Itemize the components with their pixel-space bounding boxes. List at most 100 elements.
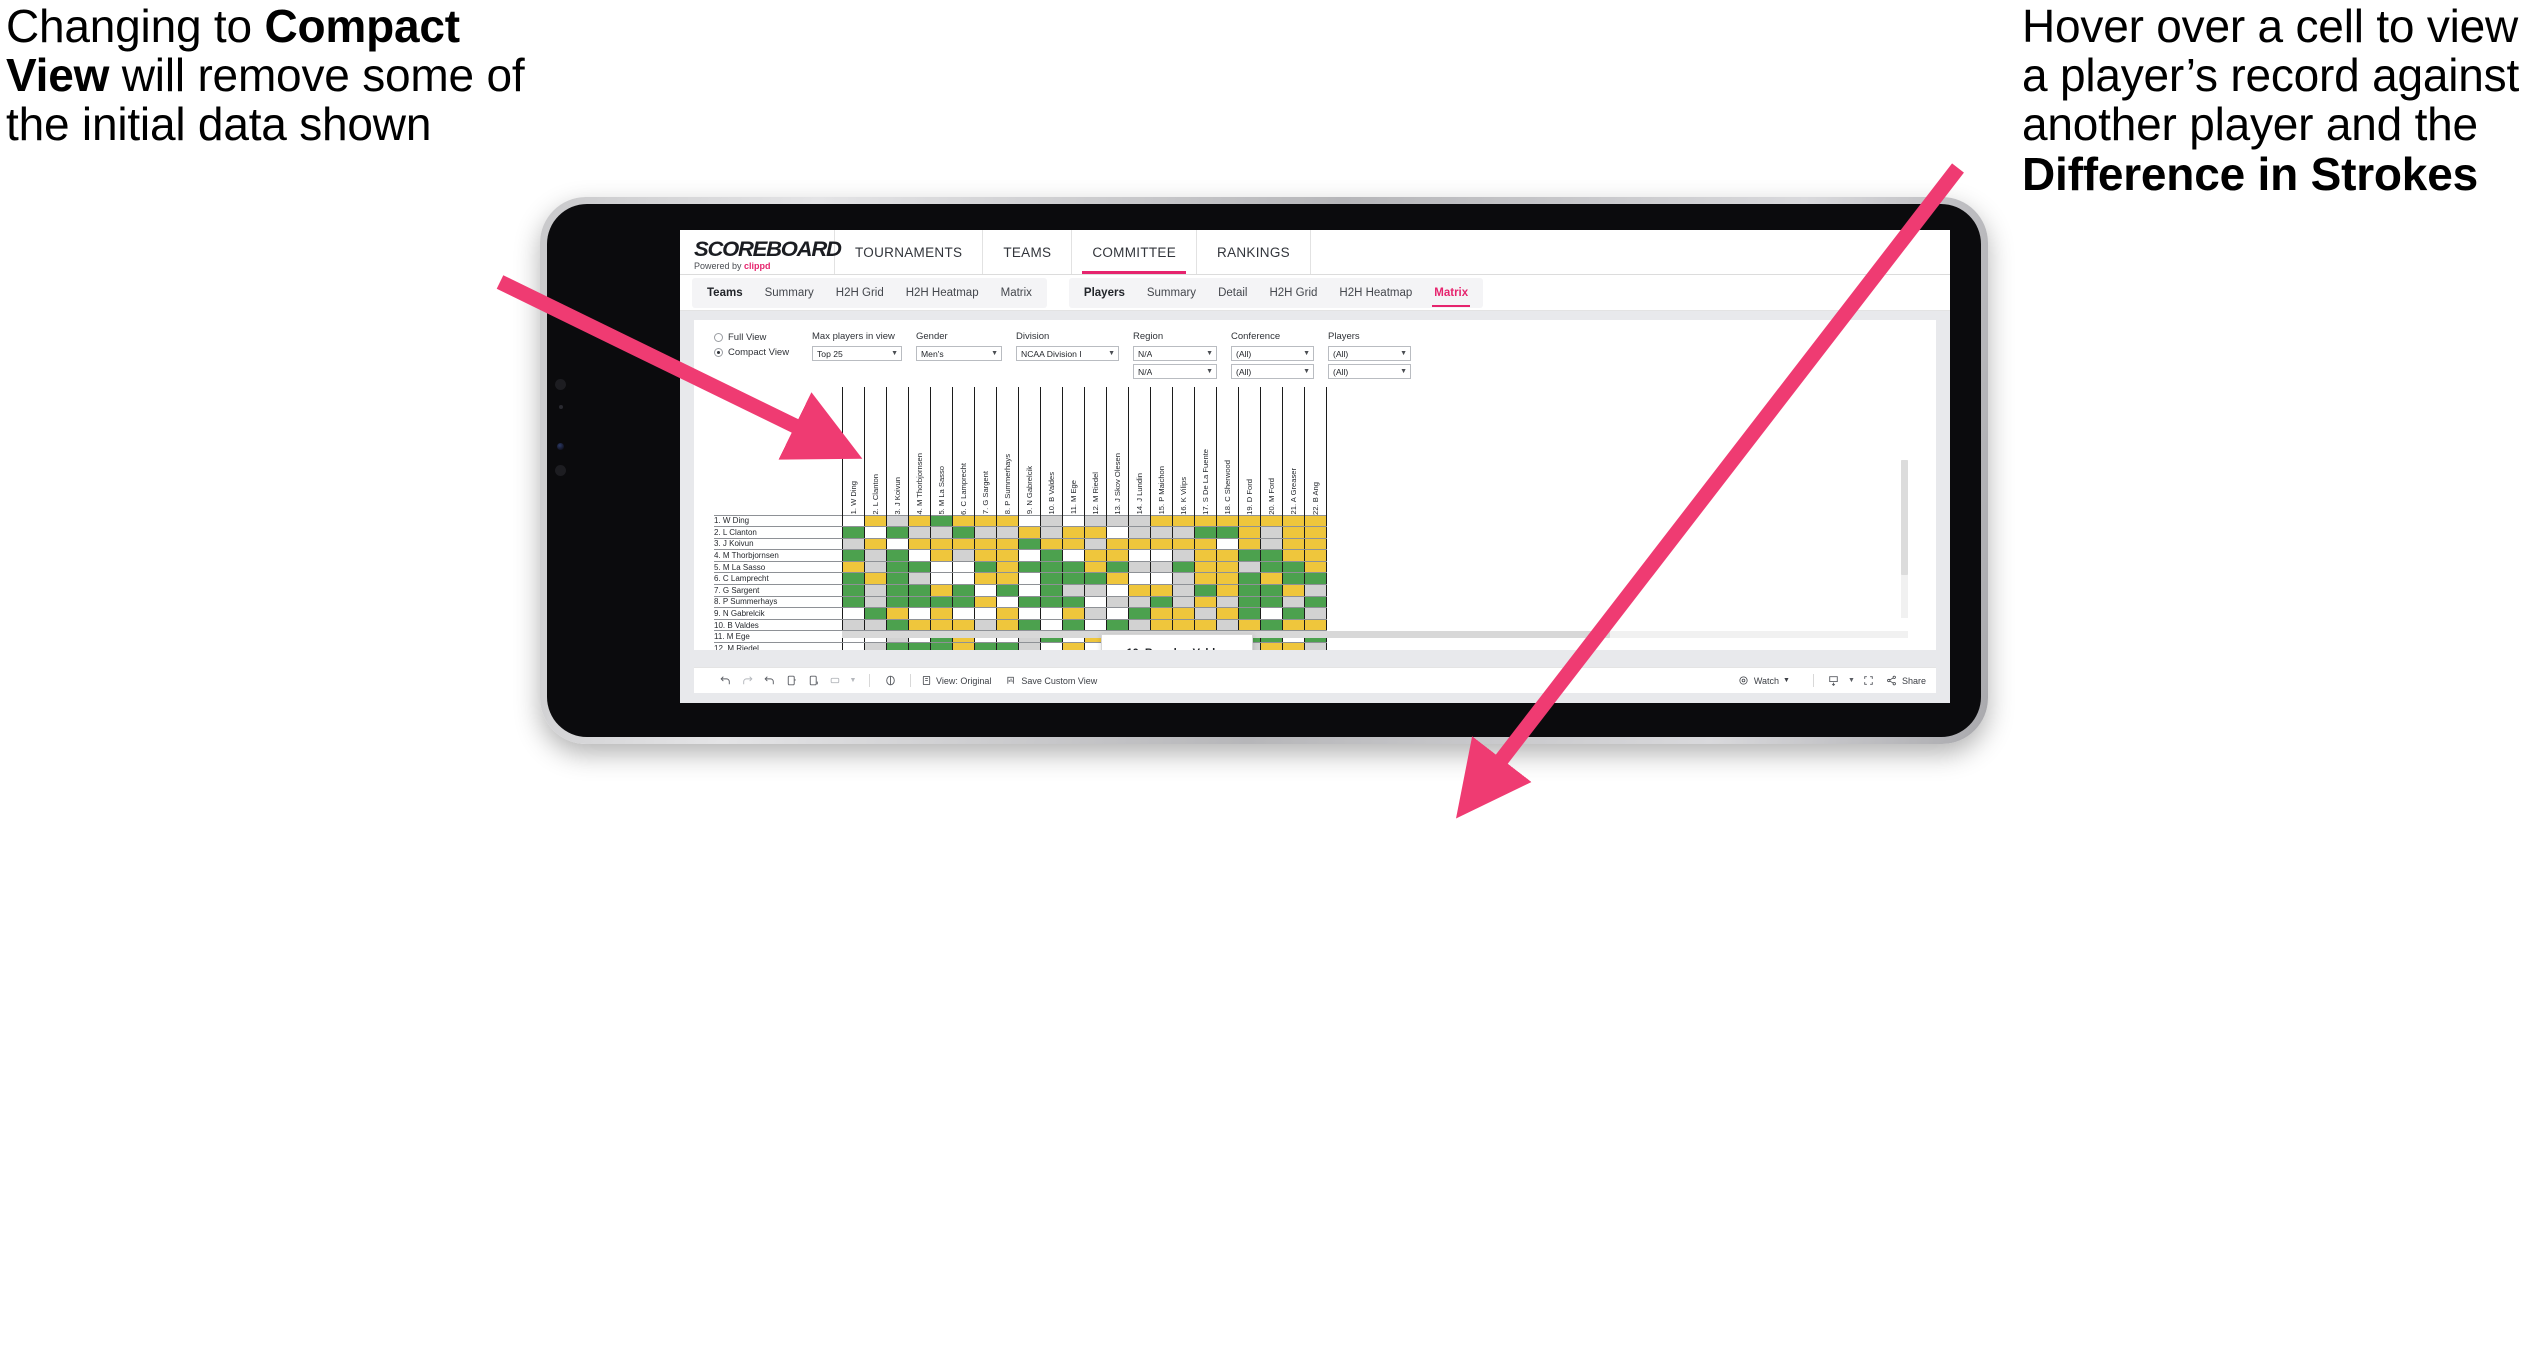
matrix-cell[interactable] — [1017, 514, 1041, 528]
matrix-cell[interactable] — [1105, 618, 1129, 632]
matrix-cell[interactable] — [841, 607, 865, 620]
matrix-cell[interactable] — [885, 526, 909, 539]
matrix-cell[interactable] — [841, 560, 865, 574]
filter-max-players-select[interactable]: Top 25 ▼ — [812, 346, 902, 361]
matrix-cell[interactable] — [1281, 526, 1305, 539]
revert-icon[interactable] — [758, 671, 780, 691]
matrix-cell[interactable] — [1105, 607, 1129, 620]
matrix-cell[interactable] — [973, 584, 997, 597]
matrix-cell[interactable] — [1127, 560, 1151, 574]
matrix-cell[interactable] — [907, 549, 931, 562]
alerts-dropdown-icon[interactable]: ▼ — [846, 671, 860, 691]
matrix-cell[interactable] — [1127, 607, 1151, 620]
matrix-cell[interactable] — [1281, 514, 1305, 528]
matrix-cell[interactable] — [1061, 560, 1085, 574]
tab-teams-h2h-grid[interactable]: H2H Grid — [825, 278, 895, 308]
matrix-cell[interactable] — [951, 514, 975, 528]
matrix-cell[interactable] — [1237, 537, 1261, 551]
matrix-cell[interactable] — [1259, 514, 1283, 528]
brand-logo[interactable]: SCOREBOARD Powered by clippd — [680, 230, 842, 274]
matrix-cell[interactable] — [1281, 607, 1305, 620]
matrix-cell[interactable] — [841, 514, 865, 528]
matrix-cell[interactable] — [885, 618, 909, 632]
matrix-cell[interactable] — [885, 595, 909, 609]
matrix-cell[interactable] — [1127, 595, 1151, 609]
matrix-cell[interactable] — [1061, 642, 1085, 650]
matrix-cell[interactable] — [1127, 526, 1151, 539]
matrix-cell[interactable] — [1237, 618, 1261, 632]
radio-compact-view[interactable]: Compact View — [714, 347, 798, 358]
radio-full-view[interactable]: Full View — [714, 332, 798, 343]
matrix-cell[interactable] — [929, 526, 953, 539]
filter-region-select-2[interactable]: N/A ▼ — [1133, 364, 1217, 379]
matrix-cell[interactable] — [1171, 549, 1195, 562]
matrix-cell[interactable] — [1017, 584, 1041, 597]
matrix-cell[interactable] — [973, 560, 997, 574]
matrix-cell[interactable] — [907, 607, 931, 620]
matrix-cell[interactable] — [1193, 618, 1217, 632]
matrix-cell[interactable] — [995, 572, 1019, 586]
matrix-cell[interactable] — [973, 595, 997, 609]
topnav-rankings[interactable]: RANKINGS — [1197, 230, 1311, 274]
matrix-cell[interactable] — [1105, 572, 1129, 586]
matrix-cell[interactable] — [1259, 584, 1283, 597]
matrix-cell[interactable] — [951, 572, 975, 586]
matrix-cell[interactable] — [1303, 642, 1327, 650]
matrix-cell[interactable] — [1083, 595, 1107, 609]
matrix-cell[interactable] — [951, 642, 975, 650]
matrix-cell[interactable] — [1259, 572, 1283, 586]
matrix-cell[interactable] — [1215, 607, 1239, 620]
matrix-cell[interactable] — [1105, 595, 1129, 609]
tab-teams[interactable]: Teams — [696, 278, 754, 308]
matrix-cell[interactable] — [1061, 595, 1085, 609]
matrix-cell[interactable] — [1127, 514, 1151, 528]
filter-region-select-1[interactable]: N/A ▼ — [1133, 346, 1217, 361]
matrix-cell[interactable] — [863, 642, 887, 650]
matrix-cell[interactable] — [841, 642, 865, 650]
matrix-cell[interactable] — [951, 526, 975, 539]
matrix-cell[interactable] — [1281, 549, 1305, 562]
matrix-cell[interactable] — [1193, 537, 1217, 551]
matrix-cell[interactable] — [1061, 514, 1085, 528]
matrix-cell[interactable] — [1017, 572, 1041, 586]
matrix-cell[interactable] — [907, 514, 931, 528]
matrix-cell[interactable] — [995, 584, 1019, 597]
matrix-cell[interactable] — [1193, 607, 1217, 620]
matrix-cell[interactable] — [1171, 537, 1195, 551]
matrix-cell[interactable] — [1105, 560, 1129, 574]
matrix-cell[interactable] — [1171, 526, 1195, 539]
matrix-cell[interactable] — [1303, 560, 1327, 574]
pause-updates-icon[interactable] — [802, 671, 824, 691]
matrix-cell[interactable] — [907, 618, 931, 632]
matrix-cell[interactable] — [1215, 537, 1239, 551]
matrix-cell[interactable] — [1149, 526, 1173, 539]
matrix-cell[interactable] — [1237, 560, 1261, 574]
matrix-cell[interactable] — [1193, 595, 1217, 609]
matrix-cell[interactable] — [885, 642, 909, 650]
matrix-cell[interactable] — [995, 514, 1019, 528]
matrix-cell[interactable] — [1127, 572, 1151, 586]
matrix-cell[interactable] — [1171, 584, 1195, 597]
matrix-cell[interactable] — [1127, 618, 1151, 632]
matrix-cell[interactable] — [929, 549, 953, 562]
matrix-cell[interactable] — [951, 607, 975, 620]
matrix-cell[interactable] — [1149, 549, 1173, 562]
matrix-cell[interactable] — [1105, 526, 1129, 539]
matrix-cell[interactable] — [885, 514, 909, 528]
matrix-cell[interactable] — [1237, 526, 1261, 539]
tab-teams-summary[interactable]: Summary — [754, 278, 825, 308]
matrix-cell[interactable] — [1039, 595, 1063, 609]
matrix-cell[interactable] — [841, 618, 865, 632]
matrix-cell[interactable] — [1083, 526, 1107, 539]
vertical-scrollbar[interactable] — [1901, 460, 1908, 618]
matrix-cell[interactable] — [1149, 572, 1173, 586]
filter-conference-select-2[interactable]: (All) ▼ — [1231, 364, 1314, 379]
matrix-cell[interactable] — [973, 514, 997, 528]
matrix-cell[interactable] — [995, 595, 1019, 609]
matrix-cell[interactable] — [1127, 549, 1151, 562]
matrix-cell[interactable] — [1303, 607, 1327, 620]
matrix-cell[interactable] — [1259, 537, 1283, 551]
matrix-cell[interactable] — [907, 584, 931, 597]
matrix-cell[interactable] — [863, 560, 887, 574]
matrix-cell[interactable] — [1237, 572, 1261, 586]
